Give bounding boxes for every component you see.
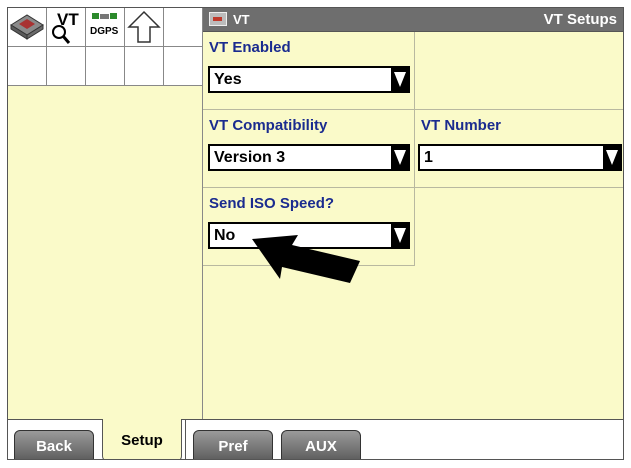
icon-slot-empty: [164, 8, 203, 47]
vt-compatibility-label: VT Compatibility: [209, 117, 328, 134]
vt-compatibility-dropdown[interactable]: Version 3: [208, 144, 410, 171]
icon-slot-2[interactable]: VT: [47, 8, 86, 47]
icon-slot-empty: [164, 47, 203, 86]
vt-setup-screen: VT DGPS VT VT Setups VT Enabled Yes VT C…: [7, 7, 624, 460]
send-iso-speed-label: Send ISO Speed?: [209, 195, 335, 212]
tab-aux[interactable]: AUX: [281, 430, 361, 459]
vt-enabled-cell: VT Enabled Yes: [203, 32, 415, 110]
tab-back[interactable]: Back: [14, 430, 94, 459]
tab-back-label: Back: [36, 437, 72, 455]
vt-app-icon: [209, 12, 227, 26]
left-panel: [8, 86, 203, 419]
dropdown-arrow-icon: [391, 224, 408, 247]
icon-slot-empty: [8, 47, 47, 86]
empty-cell: [415, 32, 623, 110]
dropdown-arrow-icon: [391, 68, 408, 91]
header-title: VT: [233, 12, 250, 27]
tab-bar: Back Setup Pref AUX: [8, 419, 623, 459]
vt-number-dropdown[interactable]: 1: [418, 144, 622, 171]
tab-aux-label: AUX: [305, 437, 337, 455]
dropdown-arrow-icon: [603, 146, 620, 169]
dgps-icon: DGPS: [90, 13, 119, 37]
tab-pref-label: Pref: [218, 437, 248, 455]
book-magnifier-icon: [10, 14, 44, 40]
pointer-arrow-icon: [252, 235, 360, 283]
icon-slot-empty: [125, 47, 164, 86]
dropdown-arrow-icon: [391, 146, 408, 169]
vt-enabled-label: VT Enabled: [209, 39, 291, 56]
icon-slot-4[interactable]: [125, 8, 164, 47]
dgps-icon-label: DGPS: [90, 26, 119, 37]
tab-setup-label: Setup: [121, 431, 163, 449]
title-bar: VT VT Setups: [203, 8, 623, 32]
tab-divider: [185, 420, 186, 459]
icon-slot-empty: [47, 47, 86, 86]
vt-compatibility-cell: VT Compatibility Version 3: [203, 110, 415, 188]
tab-setup[interactable]: Setup: [102, 419, 182, 459]
icon-slot-3[interactable]: DGPS: [86, 8, 125, 47]
vt-enabled-dropdown[interactable]: Yes: [208, 66, 410, 93]
vt-number-value: 1: [424, 148, 433, 166]
vt-number-label: VT Number: [421, 117, 502, 134]
icon-slot-1[interactable]: [8, 8, 47, 47]
icon-slot-empty: [86, 47, 125, 86]
vt-enabled-value: Yes: [214, 70, 242, 88]
vt-number-cell: VT Number 1: [415, 110, 623, 188]
up-arrow-icon: [127, 10, 161, 43]
icon-grid: VT DGPS: [8, 8, 203, 86]
page-title: VT Setups: [543, 11, 617, 28]
vt-icon: VT: [52, 10, 79, 44]
vt-compatibility-value: Version 3: [214, 148, 286, 166]
tab-pref[interactable]: Pref: [193, 430, 273, 459]
